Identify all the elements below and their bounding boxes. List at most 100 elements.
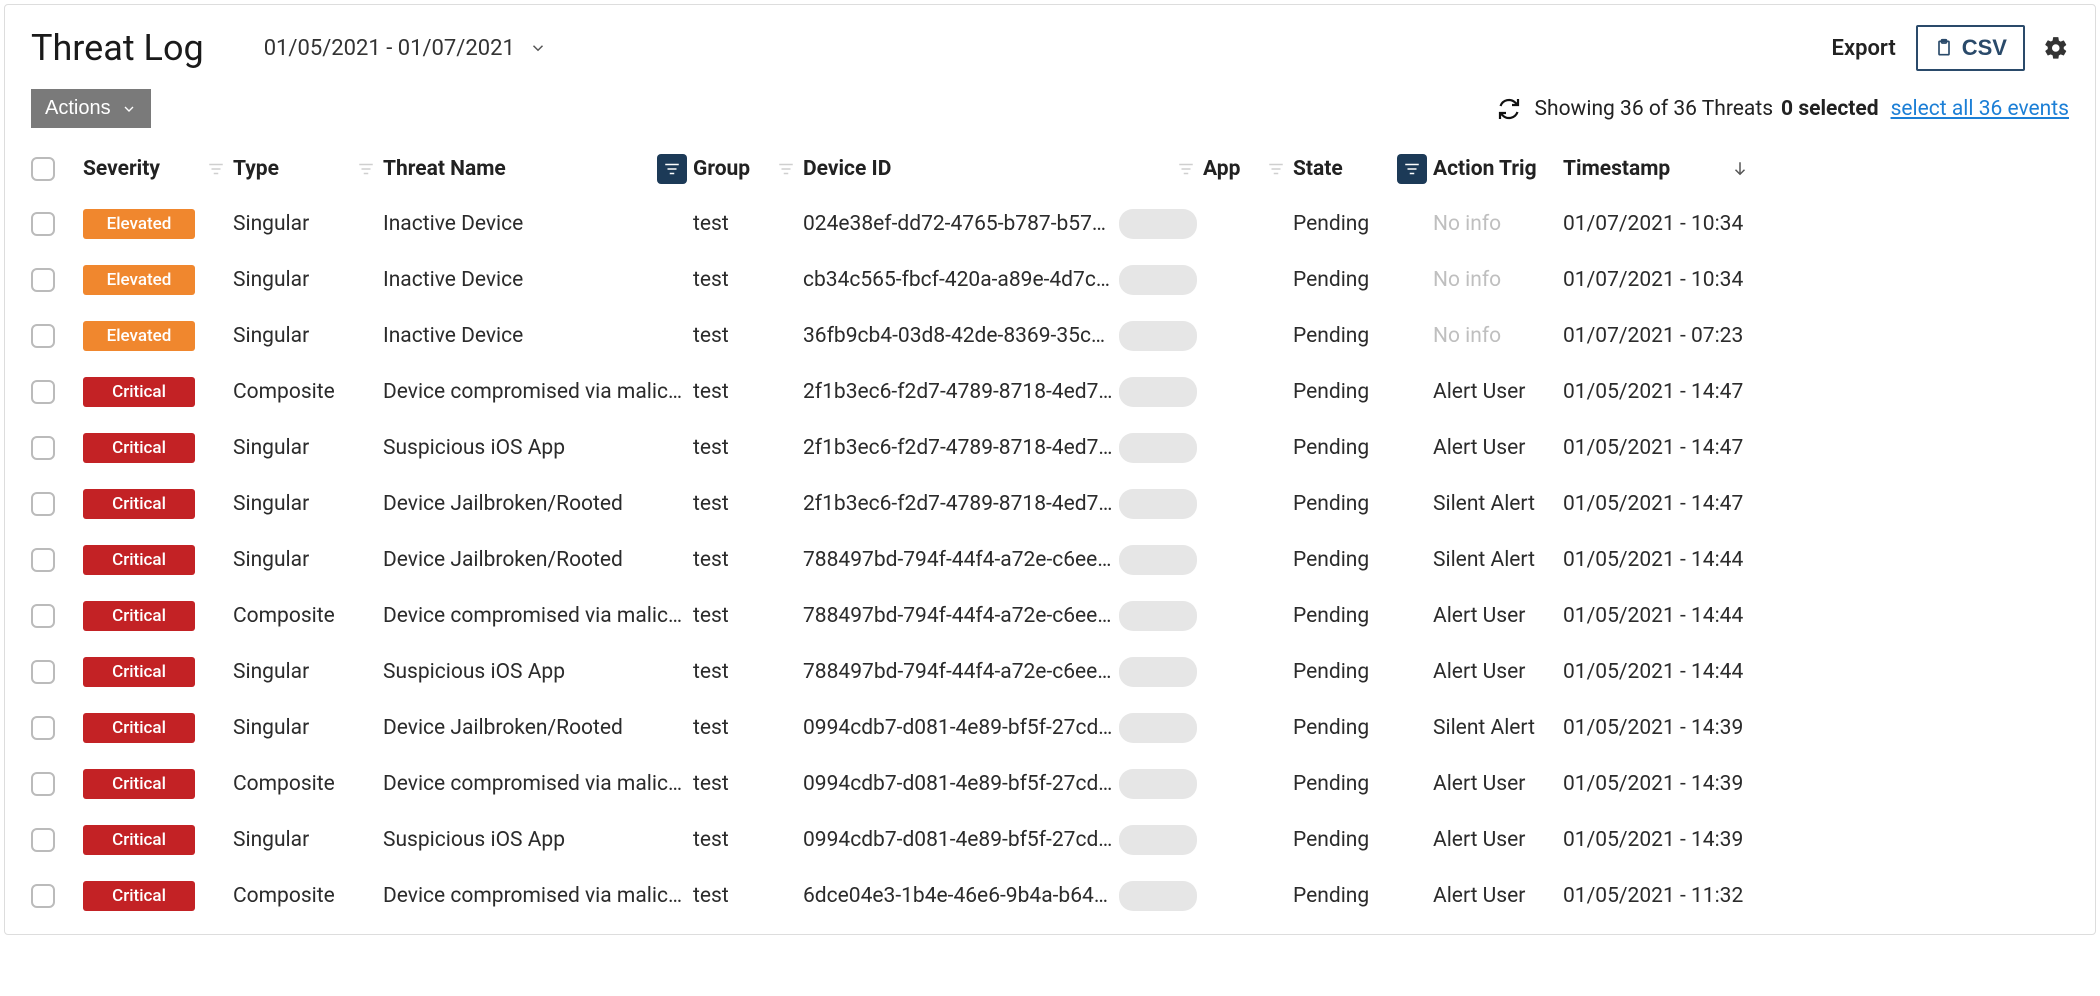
device-id-text: 788497bd-794f-44f4-a72e-c6ee7.. xyxy=(803,604,1113,628)
group-cell: test xyxy=(693,548,803,572)
column-action-trigger-label: Action Trig xyxy=(1433,157,1537,181)
row-checkbox[interactable] xyxy=(31,548,55,572)
row-checkbox[interactable] xyxy=(31,772,55,796)
app-badge xyxy=(1119,321,1197,351)
app-badge xyxy=(1119,377,1197,407)
table-row[interactable]: Elevated Singular Inactive Device test c… xyxy=(5,252,2095,308)
threat-name-cell: Suspicious iOS App xyxy=(383,436,693,460)
table-row[interactable]: Critical Singular Device Jailbroken/Root… xyxy=(5,532,2095,588)
severity-cell: Elevated xyxy=(83,265,233,295)
row-checkbox[interactable] xyxy=(31,268,55,292)
select-all-link[interactable]: select all 36 events xyxy=(1891,97,2069,121)
timestamp-cell: 01/07/2021 - 07:23 xyxy=(1563,324,1753,348)
threat-name-cell: Device Jailbroken/Rooted xyxy=(383,548,693,572)
app-badge xyxy=(1119,657,1197,687)
column-severity[interactable]: Severity xyxy=(83,157,233,181)
row-checkbox[interactable] xyxy=(31,884,55,908)
table-row[interactable]: Critical Composite Device compromised vi… xyxy=(5,364,2095,420)
device-cell: 2f1b3ec6-f2d7-4789-8718-4ed7f.. xyxy=(803,489,1203,519)
row-checkbox[interactable] xyxy=(31,212,55,236)
action-trigger-cell: Alert User xyxy=(1433,604,1563,628)
device-cell: 2f1b3ec6-f2d7-4789-8718-4ed7f.. xyxy=(803,377,1203,407)
table-row[interactable]: Elevated Singular Inactive Device test 3… xyxy=(5,308,2095,364)
device-id-text: 788497bd-794f-44f4-a72e-c6ee7.. xyxy=(803,660,1113,684)
type-cell: Singular xyxy=(233,716,383,740)
column-threat-name[interactable]: Threat Name xyxy=(383,157,693,181)
actions-button[interactable]: Actions xyxy=(31,89,151,128)
table-row[interactable]: Critical Singular Suspicious iOS App tes… xyxy=(5,644,2095,700)
type-cell: Composite xyxy=(233,380,383,404)
filter-active-icon[interactable] xyxy=(657,154,687,184)
row-checkbox[interactable] xyxy=(31,324,55,348)
column-threat-name-label: Threat Name xyxy=(383,157,506,181)
row-checkbox-cell xyxy=(31,828,83,852)
table-row[interactable]: Critical Singular Device Jailbroken/Root… xyxy=(5,476,2095,532)
severity-badge: Critical xyxy=(83,713,195,743)
table-row[interactable]: Critical Composite Device compromised vi… xyxy=(5,588,2095,644)
row-checkbox[interactable] xyxy=(31,660,55,684)
table-row[interactable]: Critical Singular Suspicious iOS App tes… xyxy=(5,420,2095,476)
date-range-text: 01/05/2021 - 01/07/2021 xyxy=(264,36,515,61)
severity-cell: Elevated xyxy=(83,209,233,239)
type-cell: Singular xyxy=(233,268,383,292)
row-checkbox[interactable] xyxy=(31,716,55,740)
csv-label: CSV xyxy=(1962,35,2007,61)
timestamp-cell: 01/05/2021 - 14:39 xyxy=(1563,716,1753,740)
table-header: Severity Type Threat Name Group xyxy=(5,142,2095,196)
severity-cell: Elevated xyxy=(83,321,233,351)
state-cell: Pending xyxy=(1293,716,1433,740)
severity-cell: Critical xyxy=(83,769,233,799)
clipboard-icon xyxy=(1934,38,1954,58)
device-id-text: 0994cdb7-d081-4e89-bf5f-27cda.. xyxy=(803,716,1113,740)
table-row[interactable]: Critical Singular Device Jailbroken/Root… xyxy=(5,700,2095,756)
row-checkbox[interactable] xyxy=(31,380,55,404)
action-trigger-cell: Silent Alert xyxy=(1433,548,1563,572)
device-cell: 6dce04e3-1b4e-46e6-9b4a-b649.. xyxy=(803,881,1203,911)
threat-name-cell: Suspicious iOS App xyxy=(383,828,693,852)
severity-cell: Critical xyxy=(83,433,233,463)
table-row[interactable]: Critical Singular Suspicious iOS App tes… xyxy=(5,812,2095,868)
column-state[interactable]: State xyxy=(1293,157,1433,181)
state-cell: Pending xyxy=(1293,492,1433,516)
action-trigger-cell: Alert User xyxy=(1433,380,1563,404)
filter-icon xyxy=(1267,160,1293,178)
action-trigger-cell: Alert User xyxy=(1433,436,1563,460)
row-checkbox[interactable] xyxy=(31,436,55,460)
column-action-trigger[interactable]: Action Trig xyxy=(1433,157,1563,181)
row-checkbox-cell xyxy=(31,716,83,740)
severity-cell: Critical xyxy=(83,489,233,519)
selected-count: 0 selected xyxy=(1781,97,1879,121)
row-checkbox[interactable] xyxy=(31,492,55,516)
date-range-picker[interactable]: 01/05/2021 - 01/07/2021 xyxy=(264,36,547,61)
state-cell: Pending xyxy=(1293,884,1433,908)
refresh-icon[interactable] xyxy=(1497,97,1521,121)
state-cell: Pending xyxy=(1293,772,1433,796)
table-row[interactable]: Critical Composite Device compromised vi… xyxy=(5,756,2095,812)
timestamp-cell: 01/05/2021 - 14:44 xyxy=(1563,660,1753,684)
threat-name-cell: Inactive Device xyxy=(383,268,693,292)
column-app[interactable]: App xyxy=(1203,157,1293,181)
gear-icon[interactable] xyxy=(2043,35,2069,61)
severity-badge: Elevated xyxy=(83,321,195,351)
table-row[interactable]: Critical Composite Device compromised vi… xyxy=(5,868,2095,924)
device-cell: 788497bd-794f-44f4-a72e-c6ee7.. xyxy=(803,657,1203,687)
column-device-id[interactable]: Device ID xyxy=(803,157,1203,181)
row-checkbox[interactable] xyxy=(31,604,55,628)
select-all-checkbox[interactable] xyxy=(31,157,55,181)
row-checkbox[interactable] xyxy=(31,828,55,852)
column-timestamp[interactable]: Timestamp xyxy=(1563,157,1753,181)
action-trigger-cell: No info xyxy=(1433,268,1563,292)
timestamp-cell: 01/05/2021 - 14:44 xyxy=(1563,604,1753,628)
column-type[interactable]: Type xyxy=(233,157,383,181)
actions-label: Actions xyxy=(45,97,111,120)
app-badge xyxy=(1119,601,1197,631)
state-cell: Pending xyxy=(1293,828,1433,852)
threat-name-cell: Suspicious iOS App xyxy=(383,660,693,684)
column-group[interactable]: Group xyxy=(693,157,803,181)
threat-name-cell: Device compromised via malicio… xyxy=(383,772,693,796)
filter-active-icon[interactable] xyxy=(1397,154,1427,184)
device-id-text: 024e38ef-dd72-4765-b787-b578.. xyxy=(803,212,1113,236)
filter-icon xyxy=(207,160,233,178)
export-csv-button[interactable]: CSV xyxy=(1916,25,2025,71)
table-row[interactable]: Elevated Singular Inactive Device test 0… xyxy=(5,196,2095,252)
